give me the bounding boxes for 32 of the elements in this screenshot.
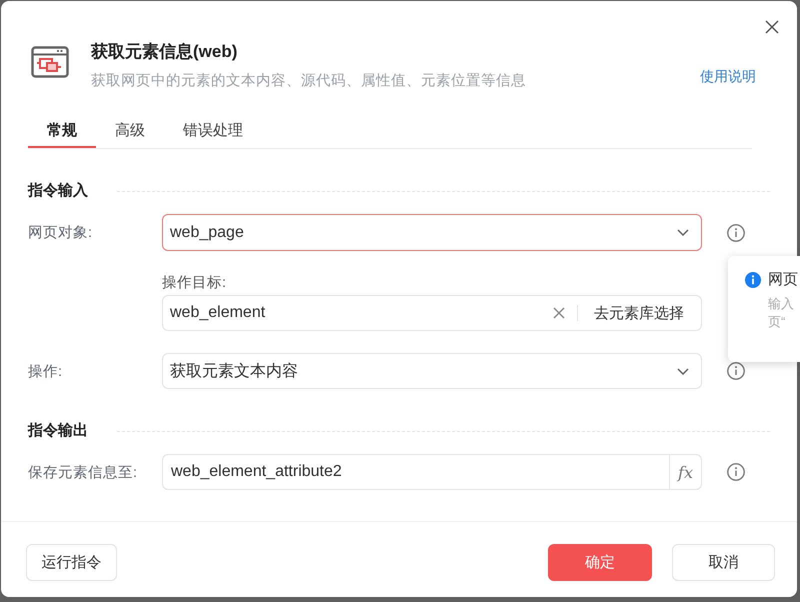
element-field[interactable]: web_element 去元素库选择 — [162, 295, 702, 331]
close-icon — [765, 20, 779, 34]
popover-text: 输入 — [768, 295, 794, 313]
info-icon — [745, 272, 761, 288]
popover-text: 页“ — [768, 313, 786, 331]
popover-title: 网页 — [768, 271, 798, 289]
field-label: 保存元素信息至: — [28, 464, 138, 482]
footer-button[interactable]: 运行指令 — [26, 544, 117, 581]
variable-field[interactable]: web_element_attribute2 fx — [162, 454, 702, 490]
info-icon[interactable] — [727, 463, 745, 481]
field-label: 网页对象: — [28, 224, 92, 242]
element-library-button[interactable]: 去元素库选择 — [578, 296, 701, 330]
info-icon[interactable] — [727, 362, 745, 380]
help-link[interactable]: 使用说明 — [700, 66, 756, 86]
browser-window-icon — [31, 46, 69, 78]
field-label: 操作目标: — [162, 275, 226, 291]
tab[interactable]: 常规 — [28, 116, 96, 148]
info-icon[interactable] — [727, 224, 745, 242]
chevron-down-icon — [677, 229, 689, 236]
tab[interactable]: 高级 — [96, 116, 164, 148]
section-title: 指令输入 — [28, 182, 88, 200]
chevron-down-icon — [677, 368, 689, 374]
section-title: 指令输出 — [28, 422, 88, 440]
formula-button[interactable]: fx — [669, 455, 701, 489]
dropdown[interactable]: web_page — [162, 214, 702, 251]
footer-button[interactable]: 取消 — [672, 544, 775, 581]
dialog-title: 获取元素信息(web) — [91, 41, 238, 63]
clear-icon[interactable] — [553, 307, 565, 319]
field-label: 操作: — [28, 362, 62, 380]
dialog-description: 获取网页中的元素的文本内容、源代码、属性值、元素位置等信息 — [91, 72, 526, 91]
dropdown[interactable]: 获取元素文本内容 — [162, 353, 702, 389]
tab[interactable]: 错误处理 — [164, 116, 262, 148]
